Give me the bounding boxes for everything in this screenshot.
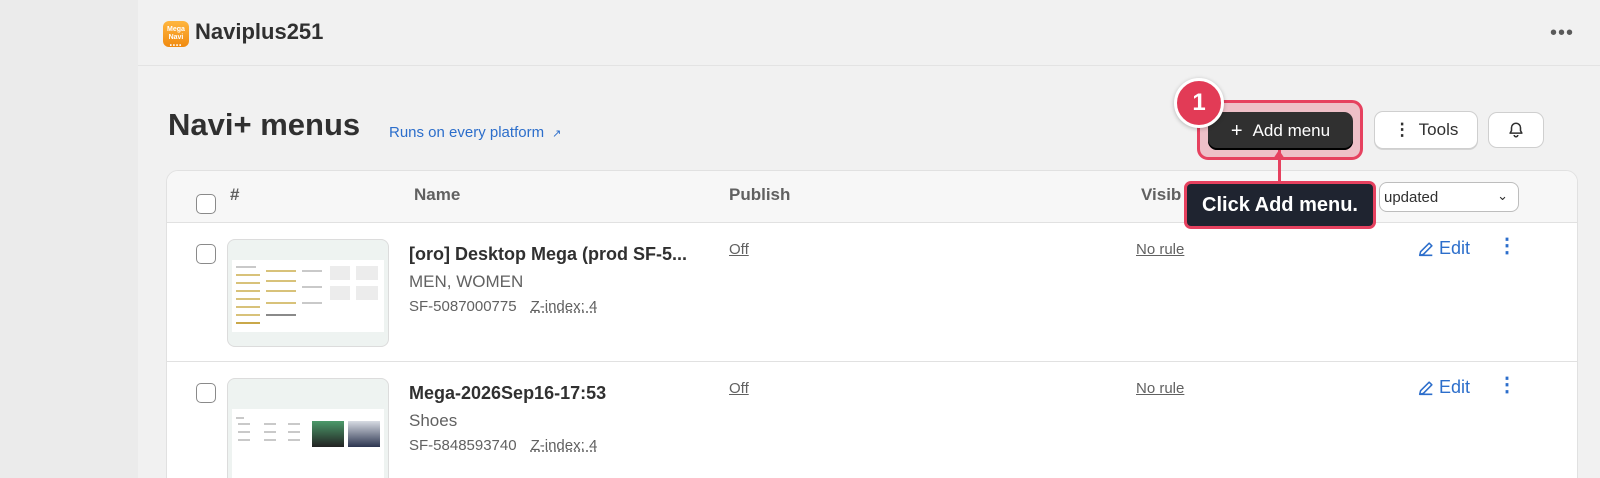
row-subtitle: MEN, WOMEN <box>409 272 524 291</box>
row-name[interactable]: [oro] Desktop Mega (prod SF-5... <box>409 244 687 265</box>
notifications-button[interactable] <box>1488 112 1544 148</box>
vertical-dots-icon: ⋮ <box>1393 120 1411 139</box>
guide-connector-arrow <box>1273 150 1285 159</box>
tools-button[interactable]: ⋮ Tools <box>1374 111 1478 149</box>
publish-status[interactable]: Off <box>729 241 749 258</box>
row-id: SF-5848593740 <box>409 437 517 454</box>
guide-step-badge: 1 <box>1174 78 1224 128</box>
sort-select-value: updated <box>1384 189 1439 206</box>
app-frame: Mega Navi •••• Naviplus251 ••• Navi+ menus… <box>138 0 1600 478</box>
row-zindex: Z-index: 4 <box>530 298 598 315</box>
chevron-down-icon: ⌄ <box>1497 188 1508 203</box>
row-actions-icon[interactable]: ⋮ <box>1497 372 1517 397</box>
external-link-icon: ↗ <box>552 128 562 140</box>
row-name[interactable]: Mega-2026Sep16-17:53 <box>409 383 606 404</box>
row-meta: SF-5848593740 Z-index: 4 <box>409 437 597 454</box>
row-meta: SF-5087000775 Z-index: 4 <box>409 298 597 315</box>
table-row[interactable]: Mega-2026Sep16-17:53 Shoes SF-5848593740… <box>167 362 1577 478</box>
header-publish[interactable]: Publish <box>729 185 790 205</box>
edit-button[interactable]: Edit <box>1417 238 1470 259</box>
tools-label: Tools <box>1418 120 1459 139</box>
app-title: Naviplus251 <box>195 19 324 44</box>
platform-link-label: Runs on every platform <box>389 124 545 141</box>
header-index: # <box>230 185 240 204</box>
visibility-rule[interactable]: No rule <box>1136 241 1184 258</box>
bell-icon <box>1509 122 1523 138</box>
row-id: SF-5087000775 <box>409 298 517 315</box>
select-all-checkbox[interactable] <box>196 194 216 214</box>
row-checkbox[interactable] <box>196 383 216 403</box>
guide-tooltip: Click Add menu. <box>1184 181 1376 229</box>
pencil-icon <box>1418 241 1433 256</box>
row-checkbox[interactable] <box>196 244 216 264</box>
app-logo-icon: Mega Navi •••• <box>163 21 189 49</box>
pencil-icon <box>1418 380 1433 395</box>
row-zindex: Z-index: 4 <box>530 437 598 454</box>
menu-thumbnail <box>227 378 389 478</box>
edit-label: Edit <box>1439 377 1471 397</box>
edit-button[interactable]: Edit <box>1417 377 1470 398</box>
header-visibility[interactable]: Visib <box>1141 185 1181 205</box>
row-actions-icon[interactable]: ⋮ <box>1497 233 1517 258</box>
table-row[interactable]: [oro] Desktop Mega (prod SF-5... MEN, WO… <box>167 223 1577 362</box>
app-header: Mega Navi •••• Naviplus251 ••• <box>138 0 1600 66</box>
add-menu-label: Add menu <box>1252 121 1331 140</box>
menu-thumbnail <box>227 239 389 347</box>
page-title: Navi+ menus <box>168 107 361 142</box>
plus-icon: + <box>1230 119 1243 142</box>
header-name[interactable]: Name <box>414 185 460 205</box>
row-subtitle: Shoes <box>409 411 458 430</box>
publish-status[interactable]: Off <box>729 380 749 397</box>
left-rail <box>0 0 138 478</box>
sort-select[interactable]: updated ⌄ <box>1379 182 1519 212</box>
platform-link[interactable]: Runs on every platform ↗ <box>389 124 561 141</box>
edit-label: Edit <box>1439 238 1471 258</box>
ellipsis-icon[interactable]: ••• <box>1550 22 1574 45</box>
visibility-rule[interactable]: No rule <box>1136 380 1184 397</box>
add-menu-button[interactable]: + Add menu <box>1208 112 1353 150</box>
